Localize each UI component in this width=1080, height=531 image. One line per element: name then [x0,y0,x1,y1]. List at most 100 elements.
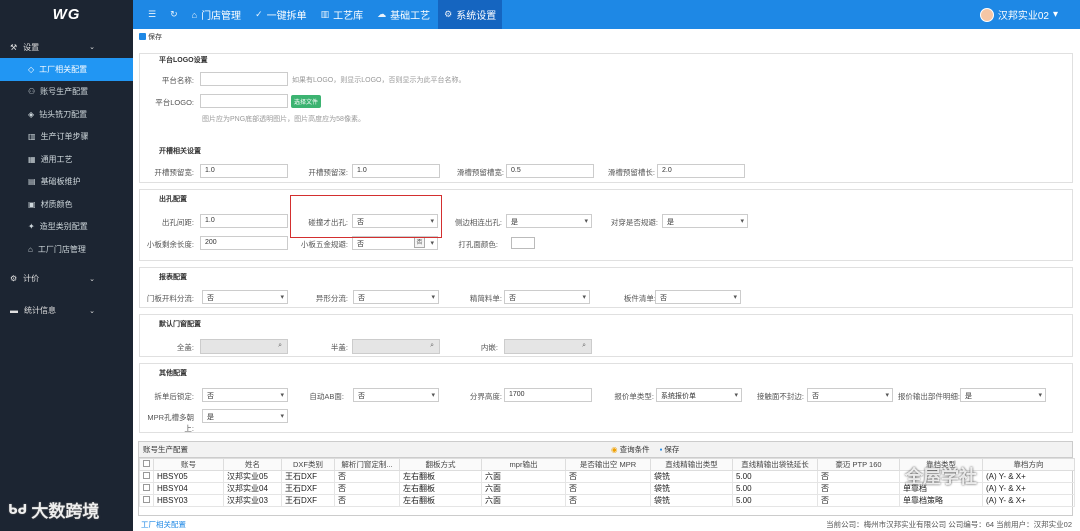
nav-system-settings[interactable]: ⚙ 系统设置 [438,0,503,29]
sidebar-item-material-color[interactable]: ▣ 材质颜色 [0,193,133,216]
row-checkbox[interactable] [139,482,154,495]
status-breadcrumb[interactable]: 工厂相关配置 [141,519,186,530]
boundary-height-input[interactable]: 1700 [504,388,592,402]
mpr-multi-up-select[interactable]: 是 [202,409,288,423]
filter-icon: ◉ [611,445,618,454]
hole-spacing-input[interactable]: 1.0 [200,214,288,228]
column-header[interactable]: 直线精输出类型 [650,458,733,471]
half-cover-search[interactable]: ⌕ [352,339,440,354]
column-header[interactable]: 靠档方向 [982,458,1075,471]
hardware-avoid-label: 小板五金规避: [300,240,348,249]
sidebar-item-label: 生产订单步骤 [40,132,89,142]
sidebar-item-base-board[interactable]: ▤ 基础板维护 [0,171,133,194]
slot-depth-input[interactable]: 1.0 [352,164,440,178]
table-row[interactable]: HBSY03 汉邦实业03 王石DXF 否 左右翻板 六面 否 袋铣 5.00 … [139,494,1075,507]
table-cell: HBSY04 [153,482,224,495]
column-header[interactable]: 是否输出空 MPR [565,458,651,471]
table-cell: 否 [334,482,400,495]
table-cell: 否 [817,482,900,495]
hardware-avoid-select[interactable]: 否 [352,236,438,250]
door-settings-section: 默认门窗配置 全盖: ⌕ 半盖: ⌕ 内嵌: ⌕ [139,314,1073,357]
platform-logo-input[interactable] [200,94,288,108]
hardware-avoid-stepper[interactable]: 否 [414,237,425,248]
parts-list-select[interactable]: 否 [655,290,741,304]
simplified-bom-select[interactable]: 否 [504,290,590,304]
row-checkbox[interactable] [139,470,154,483]
chute-length-input[interactable]: 2.0 [657,164,745,178]
row-checkbox[interactable] [139,494,154,507]
column-header[interactable]: DXF类别 [281,458,335,471]
nav-process-library[interactable]: ▥ 工艺库 [315,0,370,29]
column-header[interactable]: 翻板方式 [399,458,482,471]
query-conditions-button[interactable]: ◉ 查询条件 [611,444,650,455]
table-cell: 六面 [481,494,566,507]
lock-after-split-select[interactable]: 否 [202,388,288,402]
menu-icon: ☰ [148,9,157,19]
slot-settings-section: 开槽相关设置 开槽预留宽: 1.0 开槽预留深: 1.0 滑槽预留槽宽: 0.5… [139,142,1073,183]
sidebar-item-account-production[interactable]: ⚇ 账号生产配置 [0,81,133,104]
choose-file-button[interactable]: 选择文件 [291,95,322,108]
avatar [979,7,994,22]
side-connect-hole-select[interactable]: 是 [506,214,592,228]
inset-search[interactable]: ⌕ [504,339,592,354]
no-edge-contact-select[interactable]: 否 [807,388,893,402]
sidebar-item-drill-config[interactable]: ◈ 钻头铣刀配置 [0,103,133,126]
lock-after-split-label: 拆单后锁定: [154,392,194,401]
slot-width-input[interactable]: 1.0 [200,164,288,178]
chute-length-label: 滑槽预留槽长: [607,168,655,177]
column-header[interactable]: 直线精输出袋铣延长 [732,458,818,471]
quote-parts-detail-select[interactable]: 是 [960,388,1046,402]
grid-toolbar: ◉ 查询条件 ▪ 保存 [611,444,679,455]
sidebar-item-general-process[interactable]: ▦ 通用工艺 [0,148,133,171]
nav-basic-process[interactable]: ☁ 基础工艺 [371,0,436,29]
auto-ab-select[interactable]: 否 [353,388,439,402]
column-header[interactable]: 解析门窗定制... [334,458,400,471]
refresh-button[interactable]: ↻ [164,0,184,29]
column-header[interactable]: 姓名 [223,458,282,471]
home-icon: ⌂ [28,244,33,254]
sidebar-group-stats[interactable]: ▬ 统计信息 ⌄ [0,300,133,322]
sidebar-item-order-steps[interactable]: ▥ 生产订单步骤 [0,126,133,149]
platform-name-input[interactable] [200,72,288,86]
stats-icon: ▬ [10,306,18,315]
through-avoid-select[interactable]: 是 [662,214,748,228]
door-split-select[interactable]: 否 [202,290,288,304]
sidebar-group-label: 统计信息 [24,306,56,315]
column-header[interactable]: mpr输出 [481,458,566,471]
drill-face-color-picker[interactable] [511,237,535,249]
select-all-checkbox[interactable] [139,458,154,471]
table-cell: 袋铣 [650,494,733,507]
table-cell: 王石DXF [281,482,335,495]
watermark-text: 大数跨境 [31,502,100,521]
full-cover-search[interactable]: ⌕ [200,339,288,354]
sidebar-item-label: 造型类别配置 [39,222,88,232]
user-menu[interactable]: 汉邦实业02 ▾ [979,0,1058,29]
irregular-split-select[interactable]: 否 [353,290,439,304]
sidebar-item-shape-category[interactable]: ✦ 造型类别配置 [0,216,133,239]
inset-label: 内嵌: [480,343,498,352]
pricing-icon: ⚙ [10,274,18,283]
drill-face-color-label: 打孔面颜色: [458,240,498,249]
nav-store-management[interactable]: ⌂ 门店管理 [186,0,247,29]
table-cell: 袋铣 [650,470,733,483]
sidebar-group-pricing[interactable]: ⚙ 计价 ⌄ [0,268,133,290]
search-icon: ⌕ [582,342,586,349]
menu-toggle-button[interactable]: ☰ [142,0,162,29]
quote-type-select[interactable]: 系统报价单 [656,388,742,402]
watermark-right: 全屋学社 [905,467,977,487]
sidebar-group-settings[interactable]: ⚒ 设置 ⌄ [0,36,133,58]
sidebar-item-factory-config[interactable]: ◇ 工厂相关配置 [0,58,133,81]
parts-list-label: 板件清单: [623,294,656,303]
save-button[interactable]: 保存 [148,32,162,42]
cloud-icon: ☁ [377,9,387,19]
brand-logo[interactable]: WG [0,0,133,29]
nav-one-click-split[interactable]: ✓ 一键拆单 [249,0,313,29]
small-board-length-input[interactable]: 200 [200,236,288,250]
column-header[interactable]: 豪迈 PTP 160 [817,458,900,471]
platform-name-hint: 如果有LOGO，则显示LOGO，否则显示为此平台名称。 [292,77,466,84]
grid-save-button[interactable]: ▪ 保存 [660,444,680,455]
chute-width-input[interactable]: 0.5 [506,164,594,178]
sidebar-item-store-management[interactable]: ⌂ 工厂门店管理 [0,238,133,261]
section-title: 报表配置 [156,272,190,282]
column-header[interactable]: 账号 [153,458,224,471]
